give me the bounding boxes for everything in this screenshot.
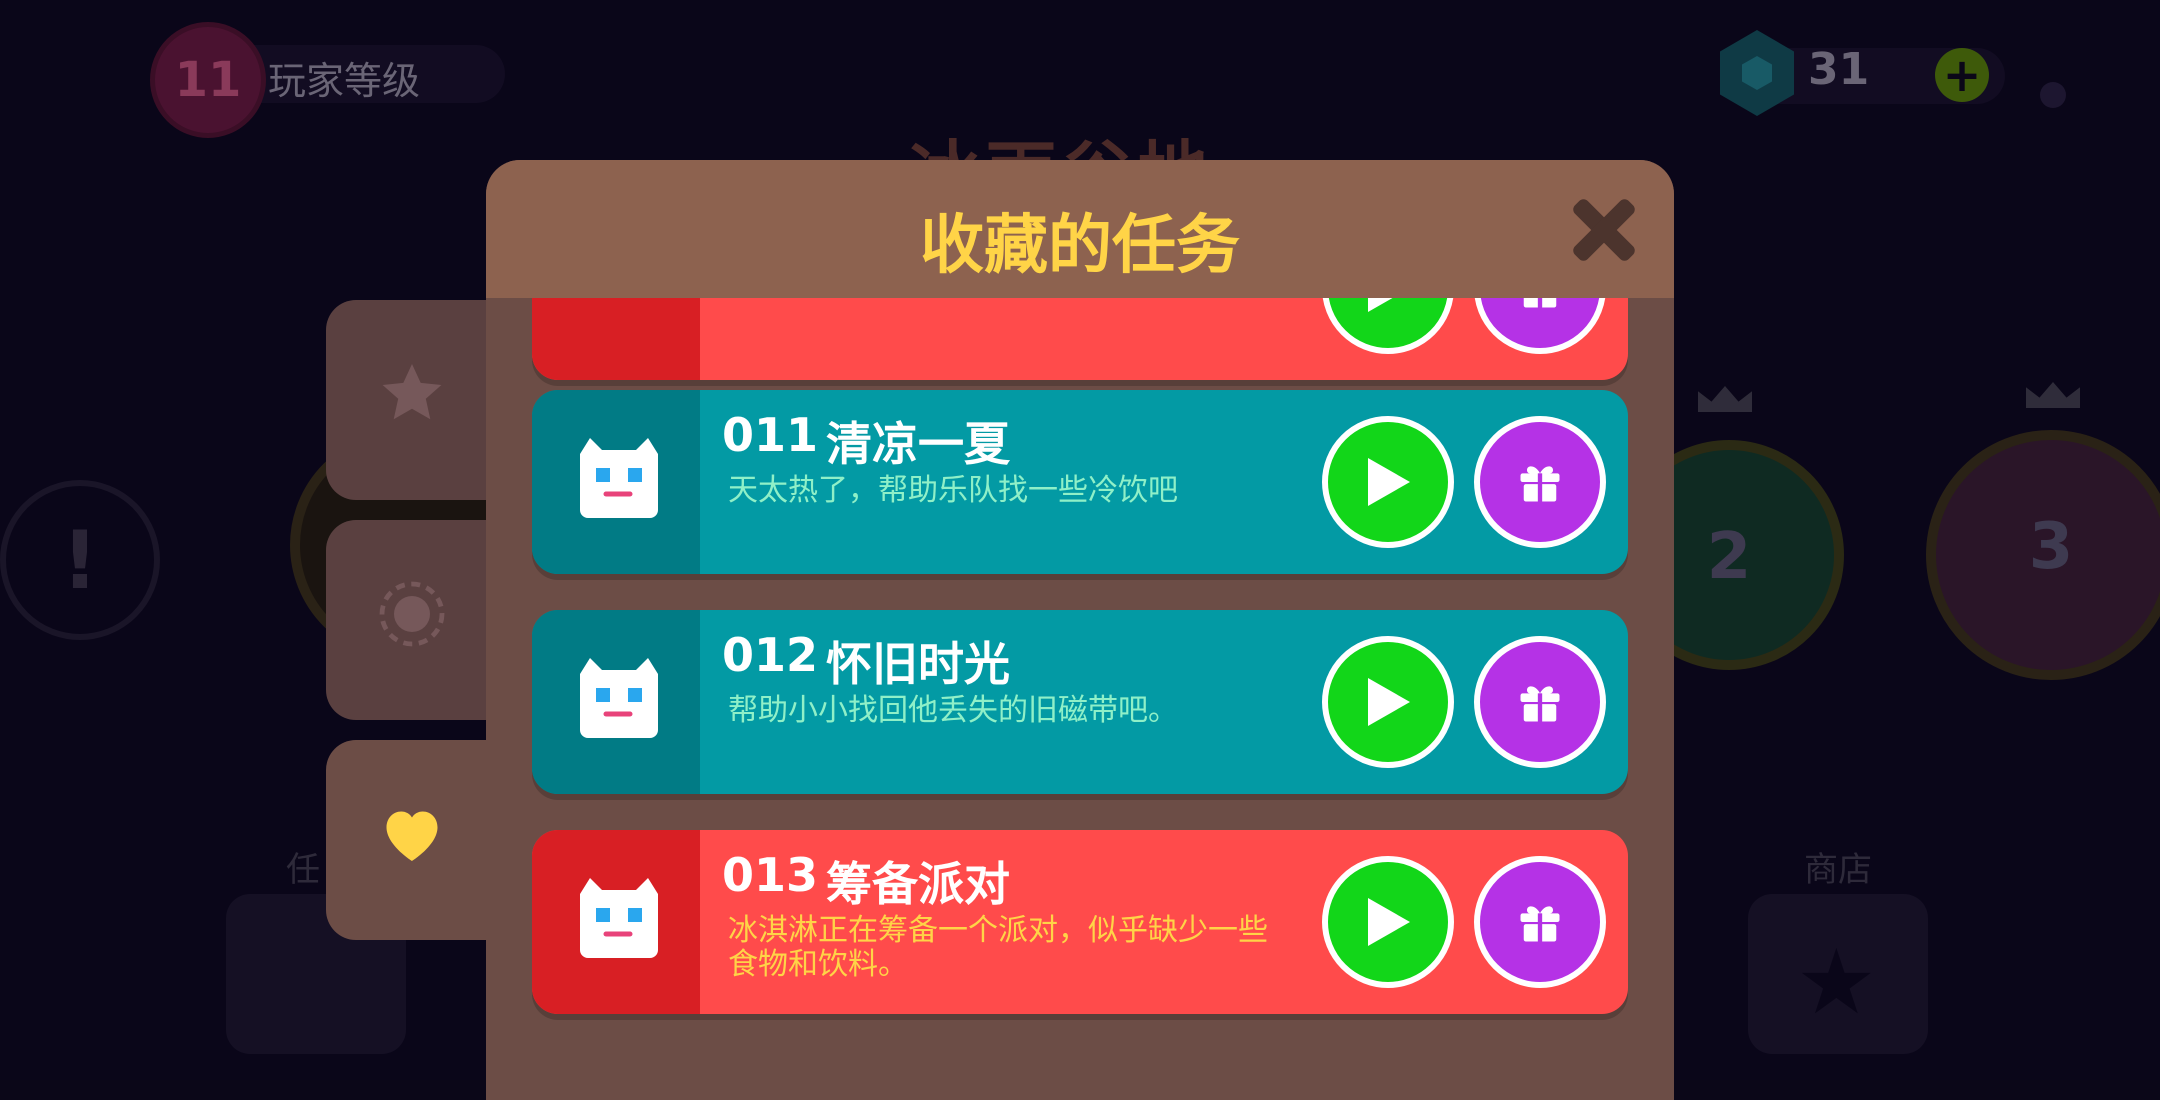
quest-name: 清凉一夏 <box>826 417 1010 471</box>
quest-icon-column <box>532 610 700 794</box>
quest-name: 怀旧时光 <box>826 637 1010 691</box>
shop-bag-icon: ★ <box>1796 930 1877 1035</box>
notification-dot <box>2040 82 2066 108</box>
star-icon <box>382 364 442 420</box>
heart-icon <box>386 811 438 861</box>
cat-icon <box>580 878 658 958</box>
quest-icon-column <box>532 390 700 574</box>
crown-icon <box>2026 382 2080 408</box>
gift-icon <box>1520 466 1560 502</box>
play-button[interactable] <box>1322 298 1454 354</box>
player-level-label: 玩家等级 <box>268 59 421 103</box>
reward-button[interactable] <box>1474 636 1606 768</box>
quest-card[interactable]: 011 清凉一夏 天太热了，帮助乐队找一些冷饮吧 <box>532 390 1628 574</box>
quest-description: 天太热了，帮助乐队找一些冷饮吧 <box>728 473 1178 508</box>
alert-icon[interactable]: ! <box>0 480 160 640</box>
gift-icon <box>1520 906 1560 942</box>
shop-label: 商店 <box>1804 850 1872 890</box>
tab-starred[interactable] <box>326 300 496 500</box>
map-node-3[interactable]: 3 <box>1926 430 2160 680</box>
quest-description: 帮助小小找回他丢失的旧磁带吧。 <box>728 693 1178 728</box>
play-icon <box>1368 678 1410 726</box>
reward-button[interactable] <box>1474 856 1606 988</box>
favorites-dialog: 011 清凉一夏 天太热了，帮助乐队找一些冷饮吧 012 怀旧时光 帮助小小找回… <box>486 160 1674 1100</box>
play-button[interactable] <box>1322 416 1454 548</box>
add-gems-button[interactable]: + <box>1935 48 1989 102</box>
cat-icon <box>580 658 658 738</box>
quest-card[interactable] <box>532 298 1628 380</box>
player-level-badge: 11 <box>150 22 266 138</box>
missions-label: 任 <box>286 850 320 890</box>
play-icon <box>1368 458 1410 506</box>
quest-icon-column <box>532 830 700 1014</box>
gift-icon <box>1520 686 1560 722</box>
crown-icon <box>1698 386 1752 412</box>
quest-code: 013 <box>722 848 819 902</box>
dialog-header: 收藏的任务 <box>486 160 1674 298</box>
play-icon <box>1368 298 1393 312</box>
close-button[interactable] <box>1564 190 1644 270</box>
quest-code: 012 <box>722 628 819 682</box>
play-icon <box>1368 898 1410 946</box>
reward-button[interactable] <box>1474 416 1606 548</box>
quest-list[interactable]: 011 清凉一夏 天太热了，帮助乐队找一些冷饮吧 012 怀旧时光 帮助小小找回… <box>486 298 1674 1100</box>
reward-button[interactable] <box>1474 298 1606 354</box>
sun-icon <box>379 581 445 647</box>
cat-icon <box>580 438 658 518</box>
play-button[interactable] <box>1322 856 1454 988</box>
tab-favorites[interactable] <box>326 740 496 940</box>
quest-name: 筹备派对 <box>826 857 1010 911</box>
gift-icon <box>1523 298 1557 308</box>
play-button[interactable] <box>1322 636 1454 768</box>
dialog-title: 收藏的任务 <box>920 209 1240 283</box>
quest-code: 011 <box>722 408 819 462</box>
gem-count: 31 <box>1808 44 1870 95</box>
quest-card[interactable]: 012 怀旧时光 帮助小小找回他丢失的旧磁带吧。 <box>532 610 1628 794</box>
quest-card[interactable]: 013 筹备派对 冰淇淋正在筹备一个派对，似乎缺少一些食物和饮料。 <box>532 830 1628 1014</box>
map-node-3-number: 3 <box>2028 510 2074 584</box>
quest-icon-column <box>532 298 700 380</box>
tab-daily[interactable] <box>326 520 496 720</box>
quest-description: 冰淇淋正在筹备一个派对，似乎缺少一些食物和饮料。 <box>728 913 1268 982</box>
